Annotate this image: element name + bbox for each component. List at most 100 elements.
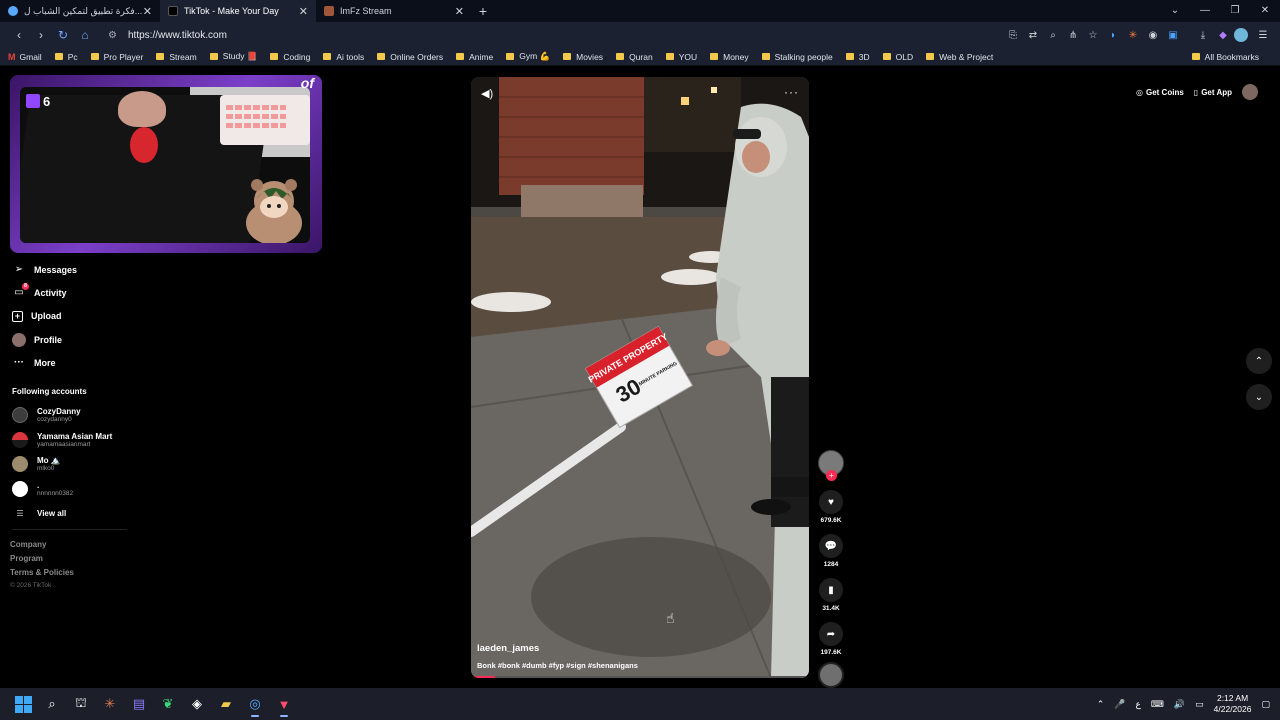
profile-avatar-icon[interactable] bbox=[1234, 28, 1248, 42]
close-icon[interactable]: ✕ bbox=[143, 5, 152, 18]
bookmark-folder[interactable]: 3D bbox=[845, 52, 870, 62]
list-item[interactable]: . nnnnnn0382 bbox=[12, 477, 152, 502]
list-item[interactable]: Mo 🏔️ mlko0 bbox=[12, 452, 152, 477]
follow-plus-icon[interactable]: + bbox=[826, 470, 837, 481]
claude-icon[interactable]: ✳ bbox=[97, 691, 123, 717]
sidebar-item-more[interactable]: ··· More bbox=[12, 351, 152, 374]
footer-link-program[interactable]: Program bbox=[10, 554, 74, 568]
file-explorer-icon[interactable]: ▰ bbox=[213, 691, 239, 717]
volume-icon[interactable]: 🔊 bbox=[1174, 699, 1185, 710]
reload-button[interactable]: ↻ bbox=[52, 28, 74, 42]
video-caption[interactable]: Bonk #bonk #dumb #fyp #sign #shenanigans bbox=[477, 661, 638, 670]
bookmark-folder[interactable]: Study 📕 bbox=[209, 51, 257, 62]
chevron-up-icon[interactable]: ⌃ bbox=[1097, 699, 1105, 710]
tab-bar: فكرة تطبيق لتمكين الشباب ل... ✕ TikTok -… bbox=[0, 0, 1280, 22]
share-icon[interactable]: ⋔ bbox=[1064, 26, 1082, 44]
list-item[interactable]: Yamama Asian Mart yamamaasianmart bbox=[12, 428, 152, 453]
start-button[interactable] bbox=[10, 691, 36, 717]
video-progress-bar[interactable] bbox=[471, 676, 809, 678]
creator-avatar[interactable]: + bbox=[818, 450, 844, 481]
translate-icon[interactable]: ⇄ bbox=[1024, 26, 1042, 44]
more-options-icon[interactable]: ··· bbox=[784, 85, 799, 99]
menu-icon[interactable]: ☰ bbox=[1254, 26, 1272, 44]
bookmark-folder[interactable]: Stream bbox=[156, 52, 197, 62]
footer-link-terms[interactable]: Terms & Policies bbox=[10, 568, 74, 582]
bookmark-folder[interactable]: Stalking people bbox=[761, 52, 833, 62]
home-button[interactable]: ⌂ bbox=[74, 28, 96, 42]
music-disc-icon[interactable] bbox=[818, 662, 844, 688]
previous-video-button[interactable]: ⌃ bbox=[1246, 348, 1272, 374]
language-indicator[interactable]: ع bbox=[1136, 699, 1141, 710]
store-icon[interactable]: ⛫ bbox=[68, 691, 94, 717]
get-app-button[interactable]: ▯ Get App bbox=[1194, 88, 1232, 97]
battery-icon[interactable]: ▭ bbox=[1195, 699, 1204, 710]
bookmark-folder[interactable]: Pc bbox=[54, 52, 78, 62]
bookmark-folder[interactable]: Ai tools bbox=[323, 52, 364, 62]
close-icon[interactable]: ✕ bbox=[299, 5, 308, 18]
extension-asterisk-icon[interactable]: ✳ bbox=[1124, 26, 1142, 44]
bookmark-folder[interactable]: Quran bbox=[616, 52, 653, 62]
bookmark-folder[interactable]: Movies bbox=[563, 52, 603, 62]
new-tab-button[interactable]: + bbox=[472, 3, 494, 19]
like-button[interactable]: ♥ 679.6K bbox=[818, 490, 844, 524]
bookmark-folder[interactable]: YOU bbox=[665, 52, 697, 62]
close-window-button[interactable]: ✕ bbox=[1250, 0, 1280, 22]
zoom-icon[interactable]: ⌕ bbox=[1044, 26, 1062, 44]
bookmark-folder[interactable]: Online Orders bbox=[377, 52, 443, 62]
app-green-icon[interactable]: ❦ bbox=[155, 691, 181, 717]
avatar[interactable] bbox=[1242, 84, 1258, 100]
get-coins-button[interactable]: ◎ Get Coins bbox=[1136, 88, 1184, 97]
extension-purple-icon[interactable]: ◆ bbox=[1214, 26, 1232, 44]
share-button[interactable]: ➦ 197.6K bbox=[818, 622, 844, 656]
bookmark-folder[interactable]: Web & Project bbox=[926, 52, 993, 62]
video-author[interactable]: laeden_james bbox=[477, 643, 539, 654]
sidebar-item-upload[interactable]: + Upload bbox=[12, 305, 152, 328]
sidebar-item-profile[interactable]: Profile bbox=[12, 328, 152, 351]
bookmark-folder[interactable]: Money bbox=[710, 52, 749, 62]
bookmark-star-icon[interactable]: ☆ bbox=[1084, 26, 1102, 44]
search-icon[interactable]: ⌕ bbox=[39, 691, 65, 717]
microphone-icon[interactable]: 🎤 bbox=[1114, 699, 1125, 710]
site-info-icon[interactable]: ⚙ bbox=[108, 30, 122, 41]
comment-button[interactable]: 💬 1284 bbox=[818, 534, 844, 568]
clock[interactable]: 2:12 AM 4/22/2026 bbox=[1214, 693, 1252, 715]
next-video-button[interactable]: ⌄ bbox=[1246, 384, 1272, 410]
bookmark-folder[interactable]: Gym 💪 bbox=[506, 51, 550, 62]
bookmark-folder[interactable]: Anime bbox=[456, 52, 493, 62]
bookmark-folder[interactable]: Coding bbox=[270, 52, 310, 62]
all-bookmarks[interactable]: All Bookmarks bbox=[1191, 52, 1259, 62]
download-icon[interactable]: ⤓ bbox=[1194, 26, 1212, 44]
app-red-icon[interactable]: ▼ bbox=[271, 691, 297, 717]
bookmark-gmail[interactable]: M Gmail bbox=[8, 52, 42, 62]
install-app-icon[interactable]: ⎘ bbox=[1004, 26, 1022, 44]
list-item[interactable]: CozyDanny cozydanny0 bbox=[12, 403, 152, 428]
view-all-button[interactable]: ☰ View all bbox=[12, 501, 152, 525]
tab-tiktok[interactable]: TikTok - Make Your Day ✕ bbox=[160, 0, 316, 22]
extension-shield-icon[interactable]: ◉ bbox=[1144, 26, 1162, 44]
close-icon[interactable]: ✕ bbox=[455, 5, 464, 18]
extensions-puzzle-icon[interactable]: ▣ bbox=[1164, 26, 1182, 44]
volume-icon[interactable]: ◀) bbox=[481, 87, 493, 100]
tab-gemini[interactable]: فكرة تطبيق لتمكين الشباب ل... ✕ bbox=[0, 0, 160, 22]
tab-stream[interactable]: ImFz Stream ✕ bbox=[316, 0, 472, 22]
minimize-button[interactable]: — bbox=[1190, 0, 1220, 22]
bookmark-folder[interactable]: Pro Player bbox=[90, 52, 143, 62]
sidebar-item-messages[interactable]: ➢ Messages bbox=[12, 258, 152, 281]
network-icon[interactable]: ⌨ bbox=[1151, 699, 1164, 710]
address-bar[interactable]: ⚙ https://www.tiktok.com bbox=[102, 25, 982, 45]
app-purple-icon[interactable]: ▤ bbox=[126, 691, 152, 717]
stream-overlay: 6 of bbox=[10, 75, 322, 253]
app-cube-icon[interactable]: ◈ bbox=[184, 691, 210, 717]
save-button[interactable]: ▮ 31.4K bbox=[818, 578, 844, 612]
footer-link-company[interactable]: Company bbox=[10, 540, 74, 554]
tab-search-icon[interactable]: ⌄ bbox=[1160, 0, 1190, 22]
forward-button[interactable]: › bbox=[30, 28, 52, 42]
video-player[interactable]: PRIVATE PROPERTY 30 MINUTE PARKING ◀) ··… bbox=[471, 77, 809, 678]
notifications-icon[interactable]: ▢ bbox=[1261, 699, 1270, 710]
browser-icon[interactable]: ◎ bbox=[242, 691, 268, 717]
bookmark-folder[interactable]: OLD bbox=[882, 52, 913, 62]
sidebar-item-activity[interactable]: ▭ 8 Activity bbox=[12, 281, 152, 304]
back-button[interactable]: ‹ bbox=[8, 28, 30, 42]
extension-wave-icon[interactable]: ◗ bbox=[1104, 26, 1122, 44]
restore-button[interactable]: ❐ bbox=[1220, 0, 1250, 22]
